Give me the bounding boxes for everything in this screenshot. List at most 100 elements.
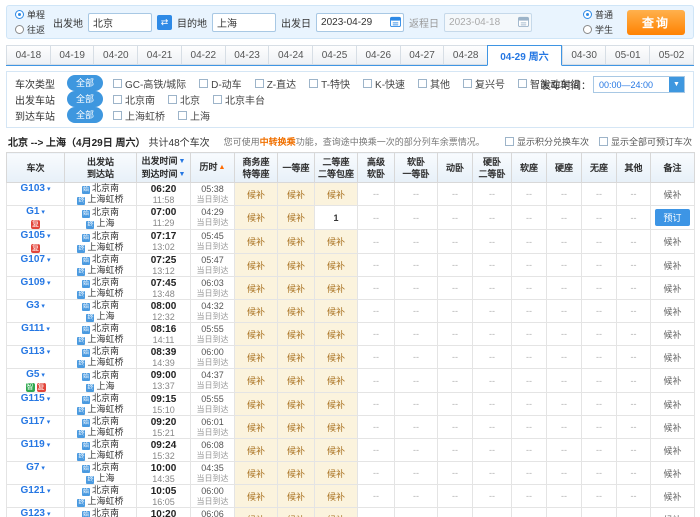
waitlist-link[interactable]: 候补 <box>663 446 681 456</box>
passenger-type-normal-radio[interactable]: 普通 <box>583 8 613 21</box>
date-tab[interactable]: 04-25 <box>312 45 356 65</box>
train-number-link[interactable]: G7 <box>26 462 39 473</box>
seat-availability[interactable]: 候补 <box>235 416 278 439</box>
seat-availability[interactable]: 候补 <box>235 183 278 206</box>
seat-availability[interactable]: 候补 <box>235 462 278 485</box>
expand-caret-icon[interactable]: ▾ <box>47 280 51 287</box>
date-tab[interactable]: 04-26 <box>356 45 400 65</box>
seat-availability[interactable]: 候补 <box>278 183 315 206</box>
seat-availability[interactable]: 候补 <box>235 346 278 369</box>
train-number-link[interactable]: G103 <box>21 183 45 194</box>
filter-option[interactable]: D-动车 <box>199 76 242 91</box>
date-tab[interactable]: 04-30 <box>562 45 606 65</box>
expand-caret-icon[interactable]: ▾ <box>47 186 51 193</box>
date-tab[interactable]: 04-18 <box>6 45 50 65</box>
seat-availability[interactable]: 候补 <box>235 393 278 416</box>
filter-option[interactable]: GC-高铁/城际 <box>113 76 186 91</box>
train-number-link[interactable]: G109 <box>21 277 45 288</box>
sort-arrow-icon[interactable]: ▲ <box>219 164 226 171</box>
date-tab[interactable]: 04-27 <box>400 45 444 65</box>
to-station-input[interactable] <box>212 13 276 32</box>
date-tab[interactable]: 04-19 <box>50 45 94 65</box>
date-tab[interactable]: 04-21 <box>137 45 181 65</box>
seat-availability[interactable]: 候补 <box>315 439 358 462</box>
seat-availability[interactable]: 候补 <box>278 508 315 517</box>
seat-availability[interactable]: 候补 <box>315 230 358 254</box>
seat-availability[interactable]: 候补 <box>278 485 315 508</box>
seat-availability[interactable]: 候补 <box>235 230 278 254</box>
book-button[interactable]: 预订 <box>655 209 689 226</box>
filter-option[interactable]: K-快速 <box>363 76 405 91</box>
train-number-link[interactable]: G115 <box>21 393 45 404</box>
waitlist-link[interactable]: 候补 <box>663 376 681 386</box>
filter-all-badge[interactable]: 全部 <box>67 75 103 91</box>
filter-option[interactable]: 北京南 <box>113 92 155 107</box>
expand-caret-icon[interactable]: ▾ <box>41 465 45 472</box>
filter-option[interactable]: 北京 <box>168 92 200 107</box>
toggle-bookable-trains[interactable]: 显示全部可预订车次 <box>599 135 692 148</box>
train-number-link[interactable]: G5 <box>26 369 39 380</box>
filter-all-badge[interactable]: 全部 <box>67 91 103 107</box>
expand-caret-icon[interactable]: ▾ <box>47 511 51 517</box>
train-number-link[interactable]: G107 <box>21 254 45 265</box>
train-number-link[interactable]: G119 <box>21 439 45 450</box>
calendar-icon[interactable] <box>390 16 401 27</box>
seat-availability[interactable]: 候补 <box>315 346 358 369</box>
waitlist-link[interactable]: 候补 <box>663 284 681 294</box>
seat-availability[interactable]: 候补 <box>315 323 358 346</box>
seat-availability[interactable]: 候补 <box>235 485 278 508</box>
date-tab[interactable]: 04-20 <box>93 45 137 65</box>
date-tab[interactable]: 05-01 <box>605 45 649 65</box>
waitlist-link[interactable]: 候补 <box>663 190 681 200</box>
filter-option[interactable]: T-特快 <box>309 76 350 91</box>
seat-availability[interactable]: 候补 <box>278 230 315 254</box>
query-button[interactable]: 查询 <box>627 10 685 35</box>
date-tab[interactable]: 04-28 <box>443 45 487 65</box>
filter-option[interactable]: 北京丰台 <box>213 92 265 107</box>
filter-option[interactable]: 上海 <box>178 108 210 123</box>
train-number-link[interactable]: G123 <box>21 508 45 517</box>
transfer-link[interactable]: 中转换乘 <box>260 137 296 147</box>
waitlist-link[interactable]: 候补 <box>663 261 681 271</box>
date-tab[interactable]: 04-23 <box>225 45 269 65</box>
seat-availability[interactable]: 候补 <box>278 346 315 369</box>
waitlist-link[interactable]: 候补 <box>663 307 681 317</box>
date-tab[interactable]: 04-22 <box>181 45 225 65</box>
seat-availability[interactable]: 候补 <box>278 393 315 416</box>
seat-availability[interactable]: 候补 <box>315 277 358 300</box>
seat-availability[interactable]: 候补 <box>315 508 358 517</box>
waitlist-link[interactable]: 候补 <box>663 330 681 340</box>
seat-availability[interactable]: 候补 <box>315 462 358 485</box>
expand-caret-icon[interactable]: ▾ <box>41 209 45 216</box>
seat-availability[interactable]: 候补 <box>278 206 315 230</box>
seat-availability[interactable]: 候补 <box>235 369 278 393</box>
seat-availability[interactable]: 候补 <box>315 300 358 323</box>
date-tab[interactable]: 04-24 <box>268 45 312 65</box>
expand-caret-icon[interactable]: ▾ <box>47 233 51 240</box>
depart-time-select[interactable]: 00:00—24:00 ▼ <box>593 76 685 93</box>
seat-availability[interactable]: 候补 <box>315 254 358 277</box>
expand-caret-icon[interactable]: ▾ <box>47 442 51 449</box>
waitlist-link[interactable]: 候补 <box>663 400 681 410</box>
filter-all-badge[interactable]: 全部 <box>67 107 103 123</box>
filter-option[interactable]: 上海虹桥 <box>113 108 165 123</box>
date-tab[interactable]: 05-02 <box>649 45 694 65</box>
seat-availability[interactable]: 1 <box>315 206 358 230</box>
from-station-input[interactable] <box>88 13 152 32</box>
train-number-link[interactable]: G121 <box>21 485 45 496</box>
expand-caret-icon[interactable]: ▾ <box>47 488 51 495</box>
train-number-link[interactable]: G3 <box>26 300 39 311</box>
filter-option[interactable]: 其他 <box>418 76 450 91</box>
train-number-link[interactable]: G117 <box>21 416 45 427</box>
train-number-link[interactable]: G105 <box>21 230 45 241</box>
waitlist-link[interactable]: 候补 <box>663 353 681 363</box>
seat-availability[interactable]: 候补 <box>315 393 358 416</box>
seat-availability[interactable]: 候补 <box>278 416 315 439</box>
seat-availability[interactable]: 候补 <box>315 369 358 393</box>
waitlist-link[interactable]: 候补 <box>663 237 681 247</box>
sort-arrow-icon[interactable]: ▼ <box>179 171 186 178</box>
toggle-points-trains[interactable]: 显示积分兑换车次 <box>505 135 589 148</box>
filter-option[interactable]: Z-直达 <box>255 76 296 91</box>
seat-availability[interactable]: 候补 <box>315 183 358 206</box>
seat-availability[interactable]: 候补 <box>235 439 278 462</box>
